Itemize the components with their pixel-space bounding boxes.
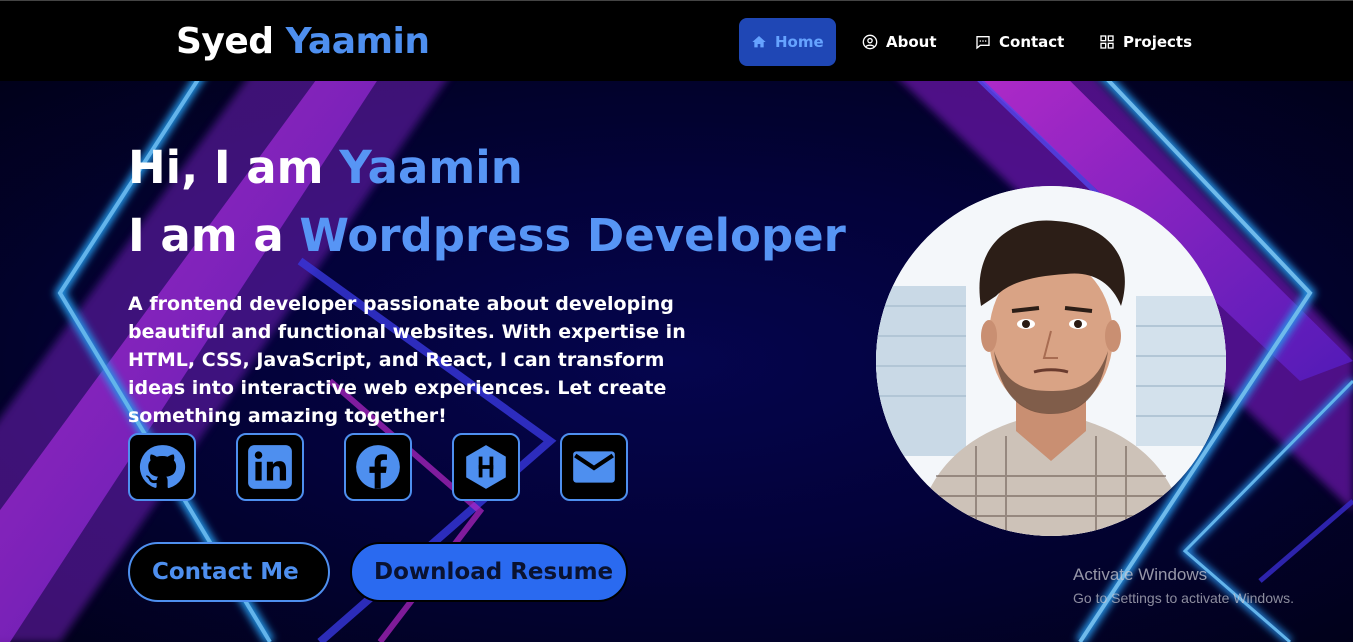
github-link[interactable] <box>128 433 196 501</box>
linkedin-icon <box>248 445 292 489</box>
social-links <box>128 433 628 501</box>
email-link[interactable] <box>560 433 628 501</box>
navbar: Syed Yaamin Home About Contact Projects <box>0 0 1353 81</box>
nav-about[interactable]: About <box>862 18 937 66</box>
hero-greeting-prefix: Hi, I am <box>128 141 324 194</box>
grid-icon <box>1100 35 1114 49</box>
brand-last-name: Yaamin <box>285 21 430 62</box>
hero-role: I am a Wordpress Developer <box>128 209 846 262</box>
hero-description: A frontend developer passionate about de… <box>128 293 686 427</box>
github-icon <box>139 445 186 489</box>
mail-icon <box>573 451 615 483</box>
nav-about-label: About <box>886 33 937 51</box>
brand-first-name: Syed <box>176 21 274 62</box>
nav-contact[interactable]: Contact <box>975 18 1064 66</box>
chat-icon <box>976 36 990 50</box>
download-resume-label: Download Resume <box>374 559 614 585</box>
nav-projects-label: Projects <box>1123 33 1193 51</box>
user-circle-icon <box>862 34 878 50</box>
nav-contact-label: Contact <box>999 33 1065 51</box>
profile-portrait-image <box>876 186 1226 536</box>
hero-role-prefix: I am a <box>128 209 284 262</box>
nav-home-label: Home <box>775 33 824 51</box>
hashnode-icon <box>466 445 506 489</box>
hashnode-link[interactable] <box>452 433 520 501</box>
hero-greeting: Hi, I am Yaamin <box>128 141 523 194</box>
activate-windows-subtitle: Go to Settings to activate Windows. <box>1073 590 1294 606</box>
hero-role-title: Wordpress Developer <box>299 209 846 262</box>
download-resume-button[interactable]: Download Resume <box>350 542 628 602</box>
activate-windows-title: Activate Windows <box>1073 565 1208 584</box>
home-icon <box>752 36 766 48</box>
nav-projects[interactable]: Projects <box>1099 18 1192 66</box>
contact-me-button[interactable]: Contact Me <box>128 542 330 602</box>
contact-me-label: Contact Me <box>152 559 299 585</box>
linkedin-link[interactable] <box>236 433 304 501</box>
facebook-icon <box>356 445 400 489</box>
nav-home[interactable]: Home <box>739 18 836 66</box>
hero-name: Yaamin <box>339 141 523 194</box>
brand-logo[interactable]: Syed Yaamin <box>176 21 430 62</box>
profile-photo <box>876 186 1226 536</box>
facebook-link[interactable] <box>344 433 412 501</box>
